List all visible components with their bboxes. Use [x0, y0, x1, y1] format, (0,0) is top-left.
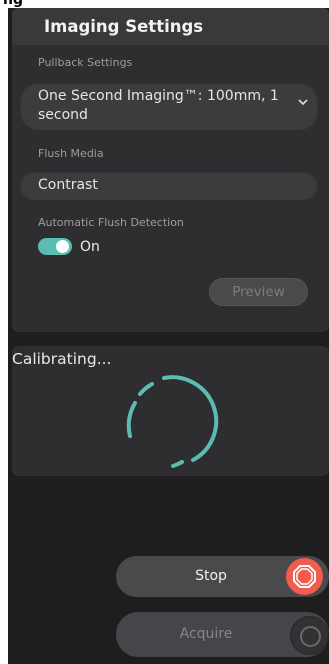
top-strip-text: ng	[3, 0, 23, 8]
left-edge	[0, 0, 8, 664]
auto-flush-toggle[interactable]	[38, 238, 72, 255]
loading-spinner-icon	[126, 375, 219, 468]
preview-button[interactable]: Preview	[209, 278, 308, 306]
toggle-knob	[56, 240, 69, 253]
pullback-settings-label: Pullback Settings	[38, 56, 133, 69]
imaging-settings-panel: Imaging Settings Pullback Settings One S…	[12, 8, 329, 332]
auto-flush-label: Automatic Flush Detection	[38, 216, 184, 229]
calibrating-status: Calibrating...	[12, 350, 112, 368]
stop-button[interactable]: Stop	[116, 556, 329, 597]
pullback-value-line2: second	[38, 107, 88, 123]
flush-media-value: Contrast	[38, 177, 98, 193]
pullback-value-line1: One Second Imaging™: 100mm, 1	[38, 88, 279, 104]
panel-header: Imaging Settings	[12, 8, 329, 45]
calibration-panel: Calibrating...	[12, 346, 329, 476]
auto-flush-state: On	[80, 239, 100, 255]
pullback-settings-select[interactable]: One Second Imaging™: 100mm, 1 second	[20, 82, 318, 130]
acquire-circle	[290, 616, 329, 655]
flush-media-select[interactable]: Contrast	[20, 171, 318, 200]
stop-label: Stop	[195, 568, 227, 584]
flush-media-label: Flush Media	[38, 147, 104, 160]
top-strip: ng	[0, 0, 329, 8]
stop-circle	[286, 558, 323, 595]
record-ring-icon	[300, 626, 321, 647]
chevron-down-icon	[298, 99, 308, 106]
stop-octagon-icon	[293, 565, 316, 588]
acquire-button[interactable]: Acquire	[116, 612, 329, 657]
panel-title: Imaging Settings	[44, 17, 204, 36]
acquire-label: Acquire	[179, 626, 233, 642]
